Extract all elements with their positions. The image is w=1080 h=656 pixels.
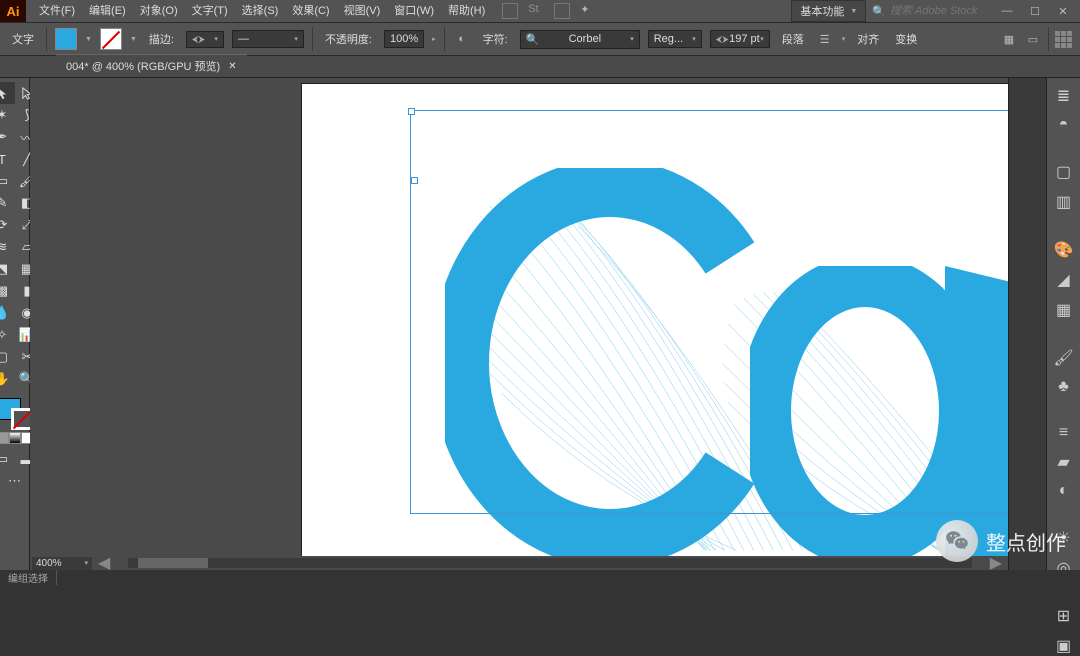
transform-panel-icon[interactable]: ▣ bbox=[1053, 636, 1075, 656]
width-tool[interactable]: ≋ bbox=[0, 236, 15, 258]
para-panel-label[interactable]: 段落 bbox=[778, 31, 808, 47]
eyedropper-tool[interactable]: 💧 bbox=[0, 302, 15, 324]
font-style-field[interactable]: Reg...▾ bbox=[648, 30, 702, 48]
stroke-panel-icon[interactable]: ≡ bbox=[1053, 424, 1075, 442]
font-size-field[interactable]: ⮜⮞197 pt▾ bbox=[710, 30, 770, 48]
layers-panel-icon[interactable]: ≣ bbox=[1053, 86, 1075, 106]
status-mode: 编组选择 bbox=[0, 570, 57, 585]
selection-tool[interactable] bbox=[0, 82, 15, 104]
color-guide-icon[interactable]: ◢ bbox=[1053, 270, 1075, 290]
pen-tool[interactable]: ✒ bbox=[0, 126, 15, 148]
tab-label: 004* @ 400% (RGB/GPU 预览) bbox=[66, 58, 220, 74]
document-tab[interactable]: 004* @ 400% (RGB/GPU 预览) ✕ bbox=[56, 54, 247, 77]
right-icon-dock: ≣ ◓ ▢ ▥ 🎨 ◢ ▦ 🖌 ♣ ≡ ▰ ◐ ☀ ◎ ⊞ ▣ bbox=[1046, 78, 1080, 570]
align-panel-icon[interactable]: ⊞ bbox=[1053, 606, 1075, 626]
mesh-tool[interactable]: ▩ bbox=[0, 280, 15, 302]
artboard-panel-icon[interactable]: ▢ bbox=[1053, 162, 1075, 182]
arrange-icon[interactable] bbox=[554, 3, 570, 19]
top-extra-icons: St ✦ bbox=[502, 3, 596, 19]
gpu-icon[interactable]: ✦ bbox=[580, 3, 596, 19]
app-logo: Ai bbox=[0, 0, 26, 22]
tools-panel-left: ✶⟆ ✒〰 T╱ ▭🖌 ✎◧ ⟳⤢ ≋▱ ⬔▦ ▩▮ 💧◉ ✧📊 ▢✂ ✋🔍 ▭… bbox=[0, 78, 30, 570]
ref-point-widget[interactable] bbox=[1055, 31, 1072, 48]
stroke-weight-field[interactable]: ⮜⮞▾ bbox=[186, 31, 224, 48]
isolate-icon[interactable]: ▦ bbox=[1000, 30, 1018, 48]
opacity-label: 不透明度: bbox=[321, 31, 376, 47]
fill-swatch[interactable] bbox=[55, 28, 77, 50]
menu-object[interactable]: 对象(O) bbox=[133, 0, 185, 22]
hand-tool[interactable]: ✋ bbox=[0, 368, 15, 390]
glyph-c bbox=[445, 168, 765, 558]
tool-name-label: 文字 bbox=[8, 31, 38, 47]
transparency-icon[interactable]: ◐ bbox=[1053, 482, 1075, 500]
title-bar: Ai 文件(F) 编辑(E) 对象(O) 文字(T) 选择(S) 效果(C) 视… bbox=[0, 0, 1080, 22]
screen-mode-normal[interactable]: ▭ bbox=[0, 448, 15, 470]
menu-select[interactable]: 选择(S) bbox=[235, 0, 286, 22]
window-maximize[interactable]: ☐ bbox=[1024, 3, 1046, 19]
type-tool[interactable]: T bbox=[0, 148, 15, 170]
stock-search-input[interactable] bbox=[890, 5, 990, 17]
symbol-sprayer-tool[interactable]: ✧ bbox=[0, 324, 15, 346]
paragraph-icon[interactable]: ☰ bbox=[816, 30, 834, 48]
char-panel-label[interactable]: 字符: bbox=[479, 31, 512, 47]
right-dock-collapsed[interactable] bbox=[1008, 78, 1046, 570]
font-family-field[interactable]: 🔍Corbel▾ bbox=[520, 30, 640, 49]
bottom-scroll-row: 400%▾ ◀ ▶ bbox=[30, 556, 1008, 570]
appearance-icon[interactable]: ☀ bbox=[1053, 528, 1075, 548]
window-close[interactable]: ✕ bbox=[1052, 3, 1074, 19]
menu-help[interactable]: 帮助(H) bbox=[441, 0, 492, 22]
opacity-field[interactable]: 100% bbox=[384, 30, 424, 48]
fill-stroke-box[interactable] bbox=[0, 396, 33, 430]
transform-label[interactable]: 变换 bbox=[891, 31, 921, 47]
menu-type[interactable]: 文字(T) bbox=[185, 0, 235, 22]
brushes-icon[interactable]: 🖌 bbox=[1053, 348, 1075, 368]
options-bar: 文字 ▼ ▼ 描边: ⮜⮞▾ —▾ 不透明度: 100%▸ ◐ 字符: 🔍Cor… bbox=[0, 22, 1080, 56]
rotate-tool[interactable]: ⟳ bbox=[0, 214, 15, 236]
bridge-icon[interactable] bbox=[502, 3, 518, 19]
rectangle-tool[interactable]: ▭ bbox=[0, 170, 15, 192]
shape-builder-tool[interactable]: ⬔ bbox=[0, 258, 15, 280]
menu-file[interactable]: 文件(F) bbox=[32, 0, 82, 22]
menu-edit[interactable]: 编辑(E) bbox=[82, 0, 133, 22]
gradient-panel-icon[interactable]: ▰ bbox=[1053, 452, 1075, 472]
color-panel-icon[interactable]: 🎨 bbox=[1053, 240, 1075, 260]
symbols-icon[interactable]: ♣ bbox=[1053, 378, 1075, 396]
search-icon: 🔍 bbox=[872, 5, 886, 18]
asset-panel-icon[interactable]: ▥ bbox=[1053, 192, 1075, 212]
artboard-tool[interactable]: ▢ bbox=[0, 346, 15, 368]
color-mode-row[interactable] bbox=[0, 432, 33, 444]
stroke-label: 描边: bbox=[145, 31, 178, 47]
glyph-next bbox=[945, 266, 1008, 556]
status-bar: 编组选择 bbox=[0, 570, 1080, 584]
tab-close-icon[interactable]: ✕ bbox=[228, 61, 236, 72]
zoom-dropdown[interactable]: 400%▾ bbox=[32, 557, 92, 570]
stock-icon[interactable]: St bbox=[528, 3, 544, 19]
vp-profile-field[interactable]: —▾ bbox=[232, 30, 304, 48]
document-tab-bar: 004* @ 400% (RGB/GPU 预览) ✕ bbox=[0, 56, 1080, 78]
canvas[interactable]: 400%▾ ◀ ▶ bbox=[30, 78, 1008, 570]
h-scrollbar[interactable] bbox=[128, 558, 971, 568]
recolor-icon[interactable]: ◐ bbox=[453, 30, 471, 48]
window-minimize[interactable]: — bbox=[996, 3, 1018, 19]
edit-toolbar[interactable]: ⋯ bbox=[2, 470, 27, 492]
cc-lib-icon[interactable]: ◓ bbox=[1053, 116, 1075, 134]
mask-icon[interactable]: ▭ bbox=[1024, 30, 1042, 48]
stroke-swatch[interactable] bbox=[100, 28, 122, 50]
shaper-tool[interactable]: ✎ bbox=[0, 192, 15, 214]
stock-search[interactable]: 🔍 bbox=[872, 5, 990, 18]
swatches-icon[interactable]: ▦ bbox=[1053, 300, 1075, 320]
workspace-selector[interactable]: 基本功能▼ bbox=[791, 0, 866, 22]
menu-window[interactable]: 窗口(W) bbox=[387, 0, 441, 22]
menu-view[interactable]: 视图(V) bbox=[337, 0, 388, 22]
magic-wand-tool[interactable]: ✶ bbox=[0, 104, 15, 126]
menu-effect[interactable]: 效果(C) bbox=[285, 0, 336, 22]
align-label[interactable]: 对齐 bbox=[853, 31, 883, 47]
menu-bar: 文件(F) 编辑(E) 对象(O) 文字(T) 选择(S) 效果(C) 视图(V… bbox=[32, 0, 492, 22]
